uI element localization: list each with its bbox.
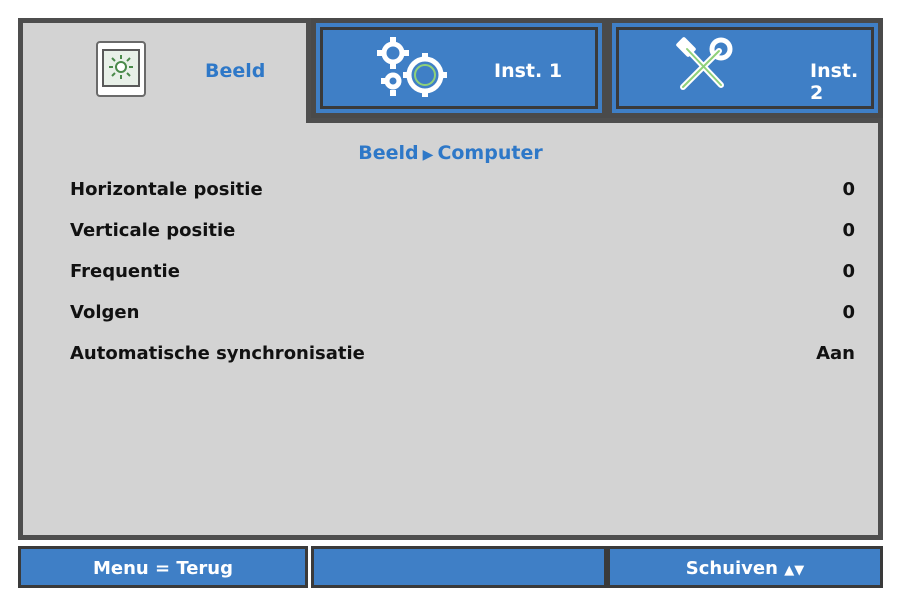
up-down-arrows-icon: ▲▼ <box>784 563 805 578</box>
footer-right-text: Schuiven <box>685 558 778 579</box>
setting-label: Automatische synchronisatie <box>70 343 365 364</box>
breadcrumb-separator-icon: ▶ <box>422 147 434 163</box>
tab-label-inst-1: Inst. 1 <box>494 60 563 82</box>
setting-row-vertical-position[interactable]: Verticale positie 0 <box>70 220 855 252</box>
tab-label-beeld: Beeld <box>205 60 266 82</box>
breadcrumb-parent: Beeld <box>358 142 419 164</box>
setting-value: 0 <box>842 261 855 282</box>
tab-inst-2[interactable]: Inst. 2 <box>607 18 883 118</box>
setting-label: Verticale positie <box>70 220 236 241</box>
setting-label: Volgen <box>70 302 140 323</box>
footer-back-hint: Menu = Terug <box>18 546 308 588</box>
setting-label: Frequentie <box>70 261 180 282</box>
footer-middle <box>311 546 607 588</box>
picture-icon <box>96 41 146 97</box>
footer-left-text: Menu = Terug <box>92 558 234 579</box>
footer-right-content: Schuiven ▲▼ <box>610 558 880 579</box>
active-tab-joiner <box>23 113 306 125</box>
setting-value: 0 <box>842 302 855 323</box>
setting-row-frequency[interactable]: Frequentie 0 <box>70 261 855 293</box>
setting-value: 0 <box>842 179 855 200</box>
footer-scroll-hint: Schuiven ▲▼ <box>607 546 883 588</box>
setting-value: 0 <box>842 220 855 241</box>
gears-icon <box>373 35 453 109</box>
projector-osd-menu: Beeld Inst. 1 Inst. 2 Beeld ▶ Computer H… <box>0 0 901 599</box>
setting-label: Horizontale positie <box>70 179 263 200</box>
setting-row-horizontal-position[interactable]: Horizontale positie 0 <box>70 179 855 211</box>
tools-icon <box>669 35 739 104</box>
tab-label-inst-2: Inst. 2 <box>810 60 859 104</box>
tab-inst-1[interactable]: Inst. 1 <box>311 18 607 118</box>
settings-panel: Beeld ▶ Computer Horizontale positie 0 Ver… <box>18 118 883 540</box>
setting-row-tracking[interactable]: Volgen 0 <box>70 302 855 334</box>
breadcrumb-current: Computer <box>437 142 543 164</box>
setting-row-auto-sync[interactable]: Automatische synchronisatie Aan <box>70 343 855 375</box>
setting-value: Aan <box>816 343 855 364</box>
breadcrumb: Beeld ▶ Computer <box>23 142 878 164</box>
